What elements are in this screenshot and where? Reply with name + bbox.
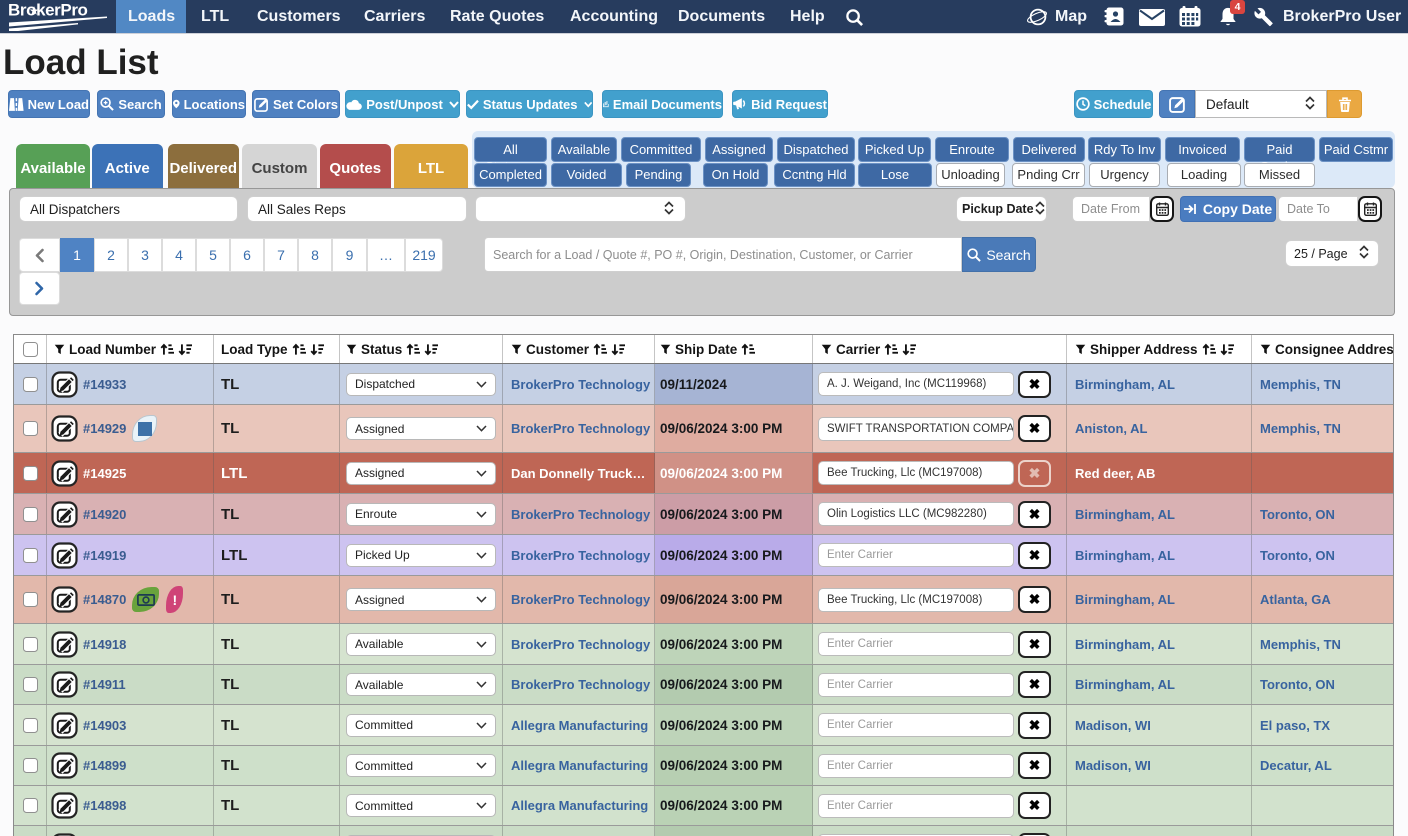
svg-text:BrokerPro: BrokerPro — [8, 1, 88, 20]
